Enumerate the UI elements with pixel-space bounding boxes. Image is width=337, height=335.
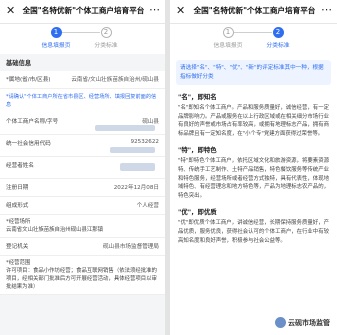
criterion-quality[interactable]: "优"，即优质 "优"即优质个体工商户，讲诚信经营，长期保持服务质量好，产品优质… <box>170 207 337 245</box>
redaction <box>95 125 155 131</box>
field-label: *经营范围 <box>6 260 31 266</box>
registration-authority-field[interactable]: 登记机关 砚山县市场监督管理局 <box>0 238 165 256</box>
step-1[interactable]: 1 信息填报页 <box>36 27 76 49</box>
field-label: *属地(省/市/区县) <box>6 77 51 83</box>
step-indicator: 1 信息填报页 2 分类标准 <box>170 24 337 54</box>
step-label: 分类标准 <box>94 43 118 49</box>
step-number: 1 <box>50 27 62 38</box>
criterion-famous[interactable]: "名"，即知名 "名"即知名个体工商户。产品和服务质量好，诚信经营，有一定品牌影… <box>170 92 337 138</box>
step-2[interactable]: 2 分类标准 <box>258 27 298 49</box>
field-label: 注册日期 <box>6 185 29 191</box>
field-value: 个人经营 <box>136 203 159 209</box>
business-scope-field[interactable]: *经营范围 许可项目：食品小作坊经营；食品互联网销售（依法须经批准的项目，经相关… <box>0 256 165 295</box>
step-label: 分类标准 <box>266 43 290 49</box>
right-screen: ✕ 全国"名特优新"个体工商户培育平台 ⋯ 1 信息填报页 2 分类标准 请选择… <box>170 0 337 335</box>
redaction <box>110 147 155 153</box>
right-topbar: ✕ 全国"名特优新"个体工商户培育平台 ⋯ <box>170 0 337 24</box>
field-label: 登记机关 <box>6 244 29 250</box>
criterion-description: "特"即特色个体工商户，依托区域文化和旅游资源，将要素资源特、传统手工艺制作、土… <box>178 158 329 199</box>
step-number: 2 <box>100 27 112 38</box>
criterion-description: "优"即优质个体工商户，讲诚信经营，长期保持服务质量好，产品优质，服务优良，获得… <box>178 220 329 244</box>
registration-date-field[interactable]: 注册日期 2022年12月08日 <box>0 179 165 197</box>
criterion-title: "特"，即特色 <box>178 146 217 155</box>
watermark: 云砚市场监管 <box>272 316 333 329</box>
address-field[interactable]: *经营场所 云南省文山壮族苗族自治州砚山县江那镇 <box>0 215 165 238</box>
field-label: 经营者姓名 <box>6 163 34 169</box>
criterion-special[interactable]: "特"，即特色 "特"即特色个体工商户，依托区域文化和旅游资源，将要素资源特、传… <box>170 145 337 200</box>
field-value: 92532622 <box>130 139 159 145</box>
step-number: 2 <box>272 27 284 38</box>
watermark-text: 云砚市场监管 <box>288 318 330 327</box>
selection-tip: 请选择"名"、"特"、"优"、"新"的评定标准其中一种，根据指标做好分类 <box>176 60 331 85</box>
criterion-title: "优"，即优质 <box>178 208 217 217</box>
step-number: 1 <box>222 27 234 38</box>
field-value: 许可项目：食品小作坊经营；食品互联网销售（依法须经批准的项目，经相关部门批准后方… <box>6 268 157 290</box>
operator-name-field[interactable]: 经营者姓名 <box>0 157 165 179</box>
credit-code-field[interactable]: 统一社会信用代码 92532622 <box>0 135 165 157</box>
step-label: 信息填报页 <box>213 43 243 49</box>
page-title: 全国"名特优新"个体工商户培育平台 <box>193 6 316 15</box>
left-screen: ✕ 全国"名特优新"个体工商户培育平台 ⋯ 1 信息填报页 2 分类标准 基础信… <box>0 0 165 335</box>
field-label: *经营场所 <box>6 219 31 225</box>
field-value: 2022年12月08日 <box>113 185 159 191</box>
field-label: 个体工商户名称/字号 <box>6 119 59 125</box>
field-value: 砚山县 <box>142 119 159 125</box>
step-indicator: 1 信息填报页 2 分类标准 <box>0 24 165 54</box>
field-label: 组成形式 <box>6 203 29 209</box>
left-topbar: ✕ 全国"名特优新"个体工商户培育平台 ⋯ <box>0 0 165 24</box>
region-field[interactable]: *属地(省/市/区县) 云南省/文山壮族苗族自治州/砚山县 <box>0 71 165 89</box>
account-logo-icon <box>275 317 286 328</box>
business-name-field[interactable]: 个体工商户名称/字号 砚山县 <box>0 113 165 135</box>
field-value: 云南省/文山壮族苗族自治州/砚山县 <box>71 77 159 83</box>
criterion-title: "名"，即知名 <box>178 93 217 101</box>
field-value: 砚山县市场监督管理局 <box>103 244 159 250</box>
close-icon[interactable]: ✕ <box>176 4 185 18</box>
redaction <box>120 163 155 171</box>
composition-field[interactable]: 组成形式 个人经营 <box>0 197 165 215</box>
more-icon[interactable]: ⋯ <box>321 3 332 16</box>
field-value: 云南省文山壮族苗族自治州砚山县江那镇 <box>6 227 104 233</box>
step-2[interactable]: 2 分类标准 <box>86 27 126 49</box>
step-1[interactable]: 1 信息填报页 <box>208 27 248 49</box>
more-icon[interactable]: ⋯ <box>149 3 160 16</box>
page-title: 全国"名特优新"个体工商户培育平台 <box>22 6 145 15</box>
notice-text: *请确认"个体工商户所在省市县区、经营场所、填报回复前面的信息 <box>0 89 165 113</box>
close-icon[interactable]: ✕ <box>6 4 15 18</box>
step-label: 信息填报页 <box>41 43 71 49</box>
section-title: 基础信息 <box>6 60 32 67</box>
field-label: 统一社会信用代码 <box>6 141 51 147</box>
criterion-description: "名"即知名个体工商户。产品和服务质量好，诚信经营，有一定品牌影响力。产品或服务… <box>178 105 329 137</box>
